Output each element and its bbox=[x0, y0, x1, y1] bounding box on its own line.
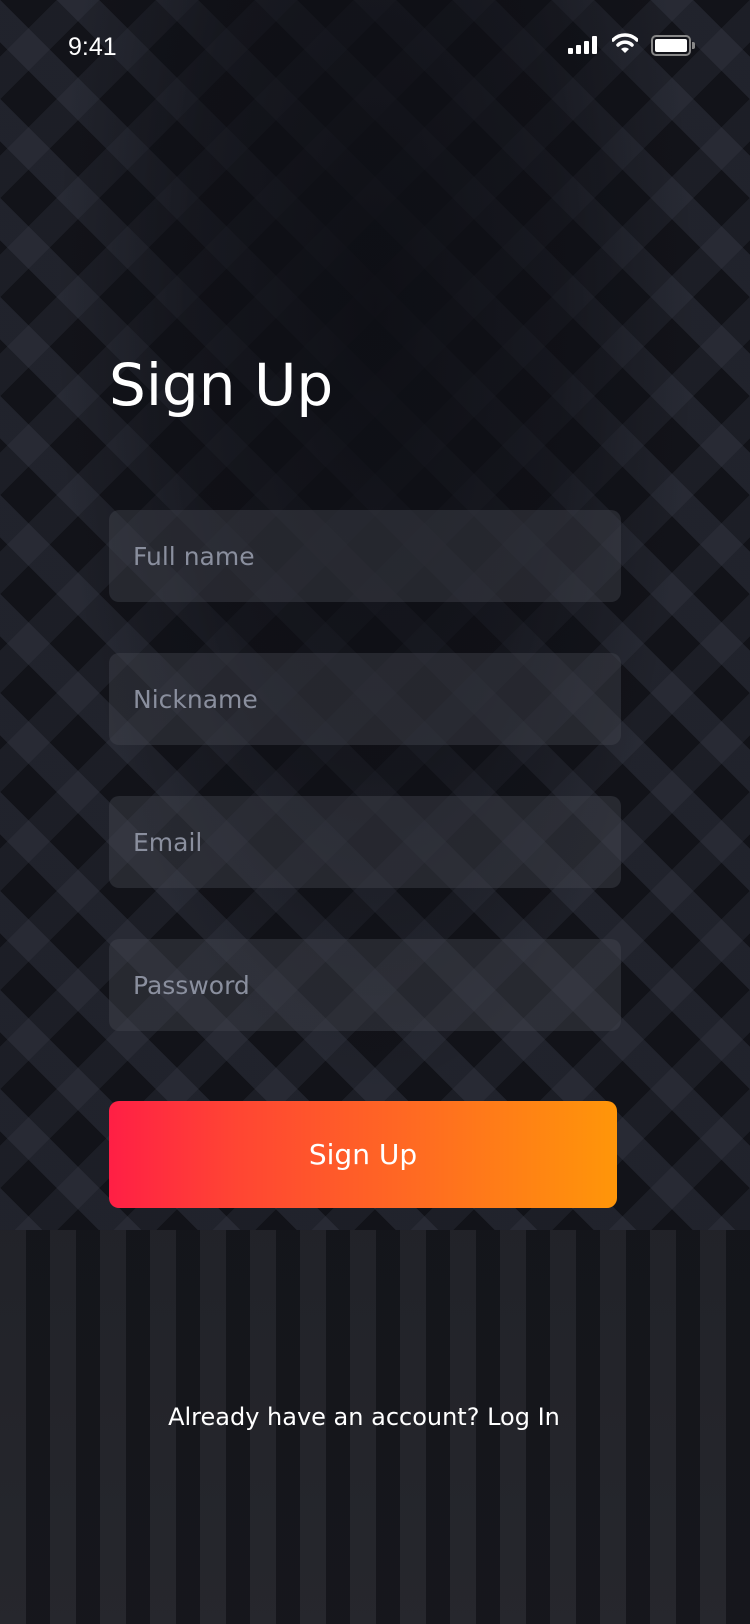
signal-icon bbox=[568, 36, 597, 54]
login-prompt: Already have an account? Log In bbox=[0, 1403, 728, 1431]
full-name-input[interactable] bbox=[109, 510, 621, 602]
password-input[interactable] bbox=[109, 939, 621, 1031]
battery-icon bbox=[651, 35, 695, 56]
log-in-link[interactable]: Log In bbox=[487, 1403, 560, 1431]
page-title: Sign Up bbox=[109, 351, 334, 419]
login-prompt-text: Already have an account? bbox=[168, 1403, 480, 1431]
wifi-icon bbox=[612, 33, 638, 53]
background-image-top bbox=[0, 0, 750, 1230]
status-bar: 9:41 bbox=[0, 0, 750, 96]
sign-up-button[interactable]: Sign Up bbox=[109, 1101, 617, 1208]
nickname-input[interactable] bbox=[109, 653, 621, 745]
status-time: 9:41 bbox=[68, 33, 117, 61]
email-input[interactable] bbox=[109, 796, 621, 888]
